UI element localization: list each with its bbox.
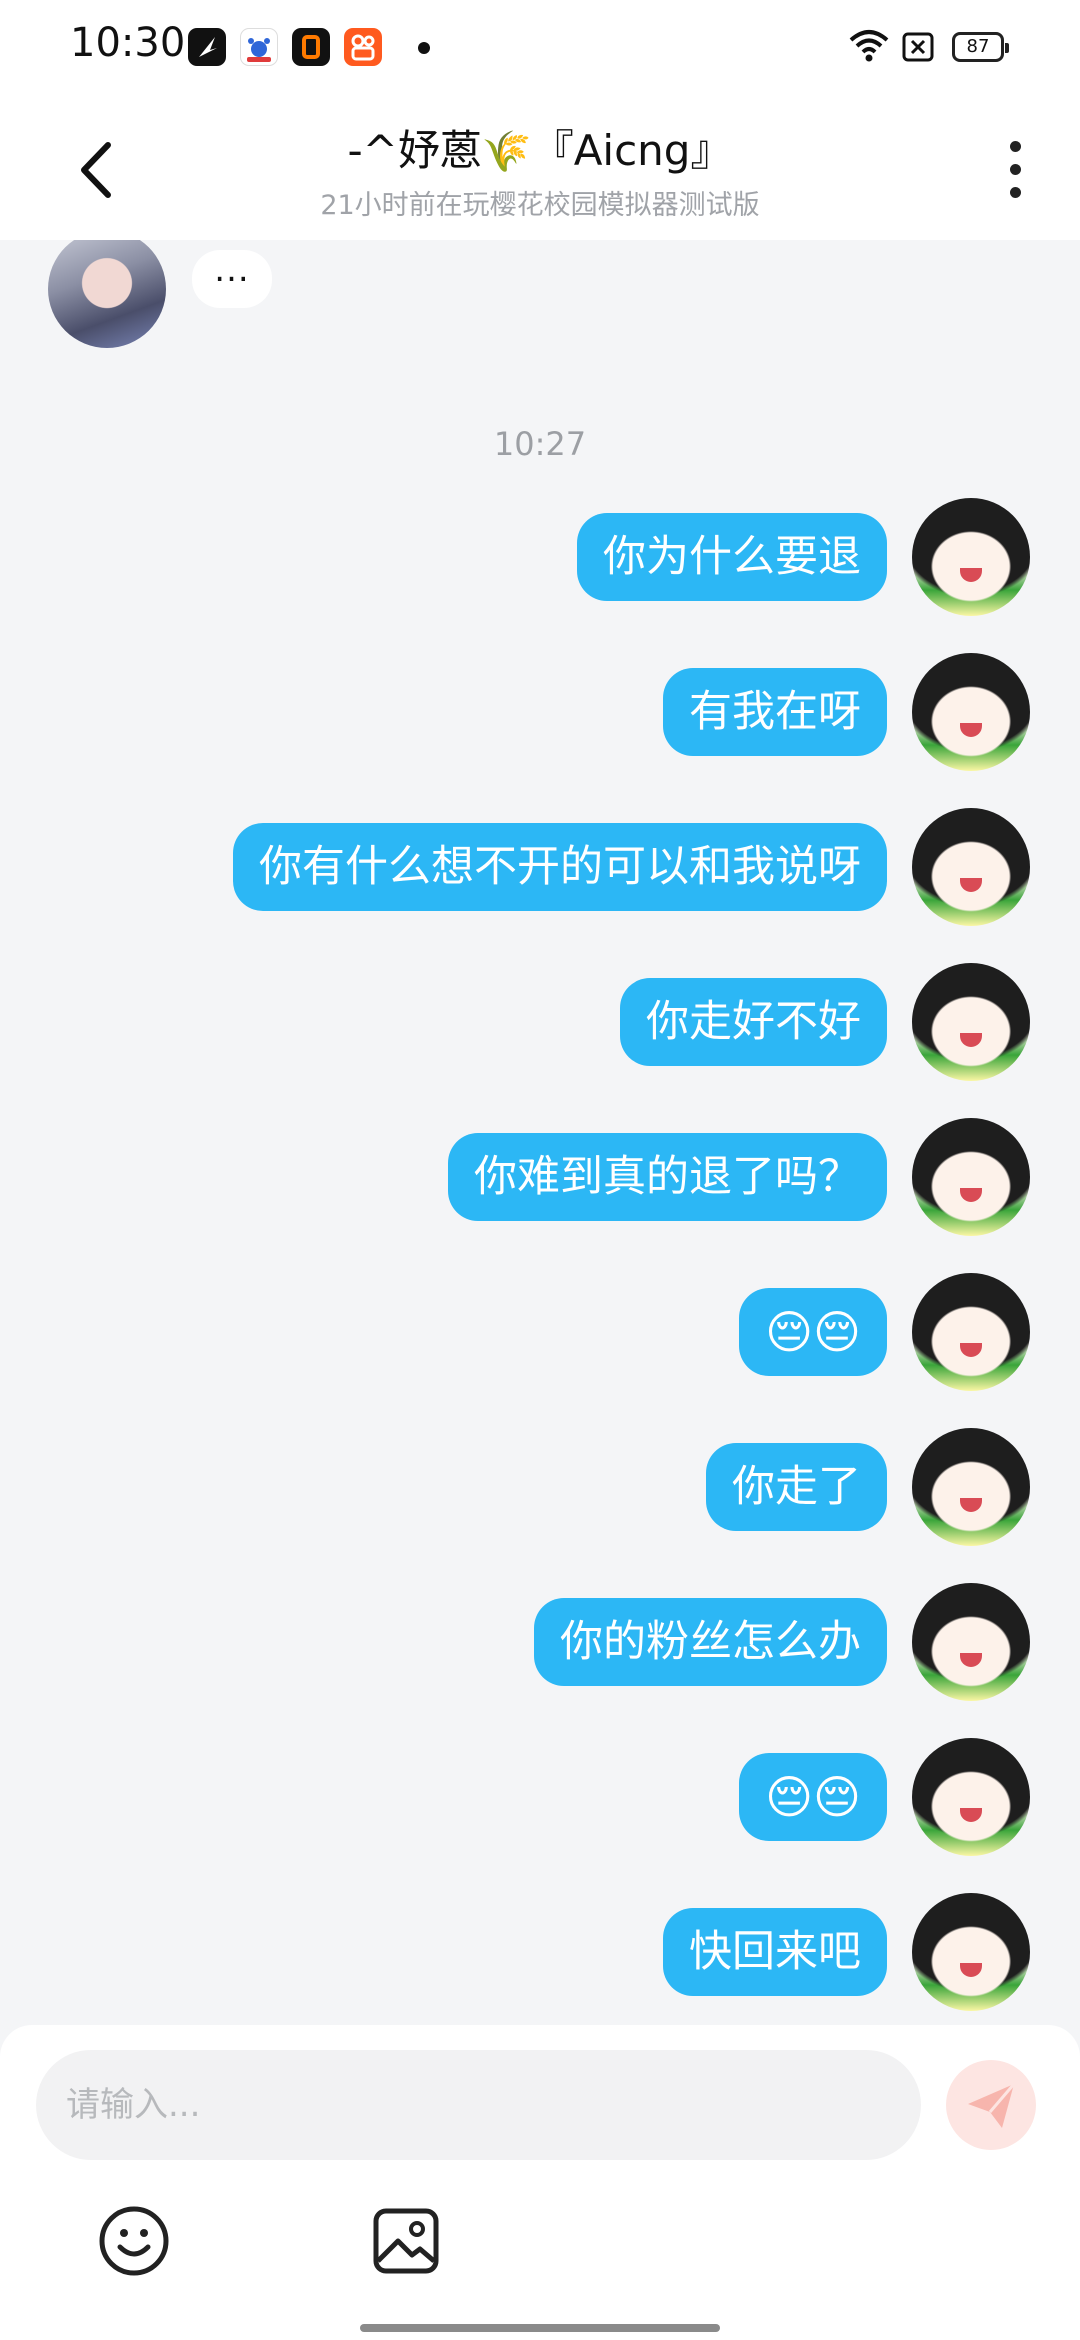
image-button[interactable] [370, 2205, 442, 2277]
image-icon [373, 2208, 439, 2274]
battery-indicator: 87 [952, 32, 1009, 62]
user-avatar[interactable] [912, 808, 1030, 926]
contact-avatar[interactable] [48, 240, 166, 348]
more-options-button[interactable] [996, 141, 1036, 201]
message-bubble[interactable]: 你走了 [706, 1443, 887, 1531]
chat-area[interactable]: ... 10:27 你为什么要退 有我在呀 你有什么想不开的可以和我说呀 你走好… [0, 240, 1080, 2025]
message-bubble[interactable]: 你有什么想不开的可以和我说呀 [233, 823, 887, 911]
chat-header: -^妤蒽🌾『Aicng』 21小时前在玩樱花校园模拟器测试版 [0, 95, 1080, 240]
user-avatar[interactable] [912, 1118, 1030, 1236]
app-icon-feather [188, 28, 226, 66]
message-bubble[interactable]: 你为什么要退 [577, 513, 887, 601]
title-tag: 『Aicng』 [531, 126, 733, 175]
message-timestamp: 10:27 [493, 425, 587, 463]
message-bubble[interactable]: 有我在呀 [663, 668, 887, 756]
wifi-icon [848, 26, 890, 70]
status-bar: 10:30 87 [0, 0, 1080, 95]
status-time: 10:30 [70, 20, 186, 66]
user-avatar[interactable] [912, 1428, 1030, 1546]
user-avatar[interactable] [912, 1893, 1030, 2011]
send-button[interactable] [946, 2060, 1036, 2150]
title-name: -^妤蒽 [347, 126, 482, 175]
composer [0, 2025, 1080, 2340]
user-avatar[interactable] [912, 1273, 1030, 1391]
user-avatar[interactable] [912, 653, 1030, 771]
page-title: -^妤蒽🌾『Aicng』 [0, 117, 1080, 178]
message-bubble[interactable]: 你难到真的退了吗？ [448, 1133, 887, 1221]
user-avatar[interactable] [912, 1583, 1030, 1701]
wheat-emoji: 🌾 [481, 129, 532, 175]
message-bubble[interactable]: 😔😔 [739, 1753, 887, 1841]
app-icon-orange-square [292, 28, 330, 66]
sim-off-icon [902, 32, 934, 66]
activity-subtitle: 21小时前在玩樱花校园模拟器测试版 [320, 190, 760, 221]
notification-dot [418, 42, 430, 54]
message-bubble[interactable]: 快回来吧 [663, 1908, 887, 1996]
message-bubble[interactable]: 你走好不好 [620, 978, 887, 1066]
typing-indicator: ... [192, 250, 272, 308]
emoji-button[interactable] [98, 2205, 170, 2277]
user-avatar[interactable] [912, 498, 1030, 616]
user-avatar[interactable] [912, 1738, 1030, 1856]
message-input[interactable] [36, 2050, 921, 2160]
paper-plane-icon [968, 2083, 1016, 2128]
kuaishou-icon [344, 28, 382, 66]
message-bubble[interactable]: 你的粉丝怎么办 [534, 1598, 887, 1686]
smiley-icon [99, 2206, 169, 2276]
user-avatar[interactable] [912, 963, 1030, 1081]
baidu-icon [240, 28, 278, 66]
message-bubble[interactable]: 😔😔 [739, 1288, 887, 1376]
home-indicator[interactable] [360, 2324, 720, 2332]
